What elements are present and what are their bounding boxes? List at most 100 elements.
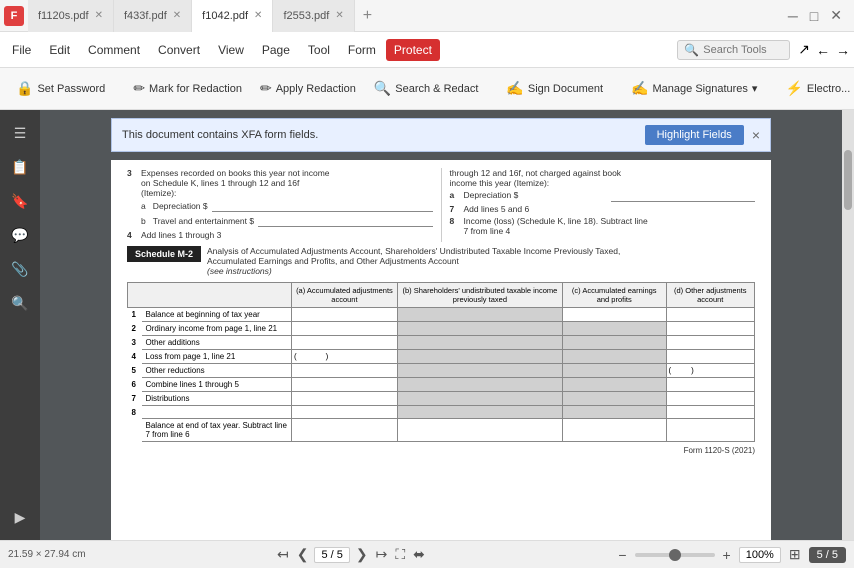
apply-redaction-button[interactable]: ✏ Apply Redaction [252, 76, 364, 101]
schedule-m2-badge: Schedule M-2 [127, 246, 201, 262]
tab-close-3[interactable]: ✕ [335, 10, 343, 21]
zoom-out-button[interactable]: − [616, 545, 628, 565]
search-tools-input[interactable] [703, 44, 783, 56]
search-redact-button[interactable]: 🔍 Search & Redact [366, 76, 487, 101]
col-right: through 12 and 16f, not charged against … [441, 168, 756, 242]
title-bar: F f1120s.pdf ✕ f433f.pdf ✕ f1042.pdf ✕ f… [0, 0, 854, 32]
next-page-button[interactable]: ❯ [354, 544, 370, 565]
sidebar-attachments-icon[interactable]: 📎 [5, 254, 35, 284]
manage-signatures-button[interactable]: ✍ Manage Signatures ▾ [623, 76, 765, 101]
tab-f1042[interactable]: f1042.pdf ✕ [192, 0, 273, 32]
new-tab-button[interactable]: + [355, 0, 380, 32]
sign-document-button[interactable]: ✍ Sign Document [498, 76, 611, 101]
pdf-viewer: This document contains XFA form fields. … [40, 110, 842, 540]
mark-icon: ✏ [133, 80, 145, 97]
table-row: 4 Loss from page 1, line 21 ( ) [128, 350, 755, 364]
electro-icon: ⚡ [785, 80, 802, 97]
menu-form[interactable]: Form [340, 39, 384, 61]
menu-page[interactable]: Page [254, 39, 298, 61]
col-left: 3 Expenses recorded on books this year n… [127, 168, 441, 242]
sidebar-menu-icon[interactable]: ☰ [5, 118, 35, 148]
fit-page-button[interactable]: ⛶ [393, 544, 407, 565]
form-label: Form 1120-S (2021) [127, 446, 755, 455]
tabs-container: f1120s.pdf ✕ f433f.pdf ✕ f1042.pdf ✕ f25… [28, 0, 784, 32]
zoom-level-display[interactable]: 100% [739, 547, 781, 563]
electro-button[interactable]: ⚡ Electro... [777, 76, 854, 101]
sidebar-comments-icon[interactable]: 💬 [5, 220, 35, 250]
tab-f433f[interactable]: f433f.pdf ✕ [114, 0, 192, 32]
menu-view[interactable]: View [210, 39, 252, 61]
table-row: 2 Ordinary income from page 1, line 21 [128, 322, 755, 336]
highlight-fields-button[interactable]: Highlight Fields [645, 125, 744, 145]
zoom-thumb [669, 549, 681, 561]
xfa-notification-bar: This document contains XFA form fields. … [111, 118, 771, 152]
schedule-m2-instructions: (see instructions) [207, 266, 620, 276]
last-page-button[interactable]: ↦ [374, 544, 390, 565]
bottom-bar: 21.59 × 27.94 cm ↤ ❮ 5 / 5 ❯ ↦ ⛶ ⬌ − + 1… [0, 540, 854, 568]
col-header-d: (d) Other adjustments account [666, 283, 755, 308]
sidebar-collapse-icon[interactable]: ▶ [5, 502, 35, 532]
tab-f2553[interactable]: f2553.pdf ✕ [273, 0, 354, 32]
toolbar: 🔒 Set Password ✏ Mark for Redaction ✏ Ap… [0, 68, 854, 110]
form-row-right-a: a Depreciation $ [450, 190, 756, 202]
col-header-c: (c) Accumulated earnings and profits [562, 283, 666, 308]
depreciation-input-right[interactable] [611, 190, 755, 202]
schedule-m2-title: Analysis of Accumulated Adjustments Acco… [207, 246, 620, 256]
fit-width-button[interactable]: ⬌ [411, 544, 427, 565]
col-header-empty [128, 283, 292, 308]
tab-f1120s[interactable]: f1120s.pdf ✕ [28, 0, 114, 32]
menu-bar: File Edit Comment Convert View Page Tool… [0, 32, 854, 68]
window-controls: ─ □ ✕ [784, 7, 850, 24]
maximize-button[interactable]: □ [806, 8, 822, 24]
tab-close-2[interactable]: ✕ [254, 10, 262, 21]
table-row: 3 Other additions [128, 336, 755, 350]
sign-icon: ✍ [506, 80, 523, 97]
menu-file[interactable]: File [4, 39, 39, 61]
back-icon[interactable]: ← [816, 42, 830, 58]
sidebar-search-icon[interactable]: 🔍 [5, 288, 35, 318]
pdf-page: 3 Expenses recorded on books this year n… [111, 160, 771, 540]
first-page-button[interactable]: ↤ [275, 544, 291, 565]
table-row: 7 Distributions [128, 392, 755, 406]
sidebar-pages-icon[interactable]: 📋 [5, 152, 35, 182]
menu-tool[interactable]: Tool [300, 39, 338, 61]
lock-icon: 🔒 [16, 80, 33, 97]
form-row-4: 4 Add lines 1 through 3 [127, 230, 433, 240]
forward-icon[interactable]: → [836, 42, 850, 58]
share-icon[interactable]: ↗ [798, 41, 810, 58]
close-button[interactable]: ✕ [826, 7, 846, 24]
zoom-in-button[interactable]: + [721, 545, 733, 565]
col-header-a: (a) Accumulated adjustments account [292, 283, 398, 308]
coordinates-display: 21.59 × 27.94 cm [8, 549, 86, 560]
set-password-button[interactable]: 🔒 Set Password [8, 76, 113, 101]
prev-page-button[interactable]: ❮ [295, 544, 311, 565]
menu-comment[interactable]: Comment [80, 39, 148, 61]
page-indicator[interactable]: 5 / 5 [314, 547, 349, 563]
minimize-button[interactable]: ─ [784, 8, 802, 24]
form-row-3: 3 Expenses recorded on books this year n… [127, 168, 433, 198]
dropdown-arrow-icon: ▾ [752, 82, 758, 95]
page-content: 3 Expenses recorded on books this year n… [111, 160, 771, 463]
input-travel: b Travel and entertainment $ [127, 215, 433, 227]
scrollbar[interactable] [842, 110, 854, 540]
fit-options-button[interactable]: ⊞ [787, 544, 803, 565]
schedule-m2-header-row: Schedule M-2 Analysis of Accumulated Adj… [127, 246, 755, 276]
table-row: 5 Other reductions ( ) [128, 364, 755, 378]
top-section: 3 Expenses recorded on books this year n… [127, 168, 755, 242]
menu-convert[interactable]: Convert [150, 39, 208, 61]
menu-edit[interactable]: Edit [41, 39, 78, 61]
content-area: ☰ 📋 🔖 💬 📎 🔍 ▶ This document contains XFA… [0, 110, 854, 540]
zoom-slider[interactable] [635, 553, 715, 557]
tab-close-1[interactable]: ✕ [173, 10, 181, 21]
menu-protect[interactable]: Protect [386, 39, 440, 61]
table-row: 1 Balance at beginning of tax year [128, 308, 755, 322]
xfa-close-button[interactable]: × [752, 127, 760, 143]
depreciation-input-left[interactable] [212, 200, 433, 212]
sidebar-bookmarks-icon[interactable]: 🔖 [5, 186, 35, 216]
mark-redaction-button[interactable]: ✏ Mark for Redaction [125, 76, 250, 101]
bottom-left: 21.59 × 27.94 cm [8, 549, 86, 560]
xfa-message: This document contains XFA form fields. [122, 129, 645, 141]
tab-close-0[interactable]: ✕ [95, 10, 103, 21]
scrollbar-thumb[interactable] [844, 150, 852, 210]
travel-input[interactable] [258, 215, 432, 227]
